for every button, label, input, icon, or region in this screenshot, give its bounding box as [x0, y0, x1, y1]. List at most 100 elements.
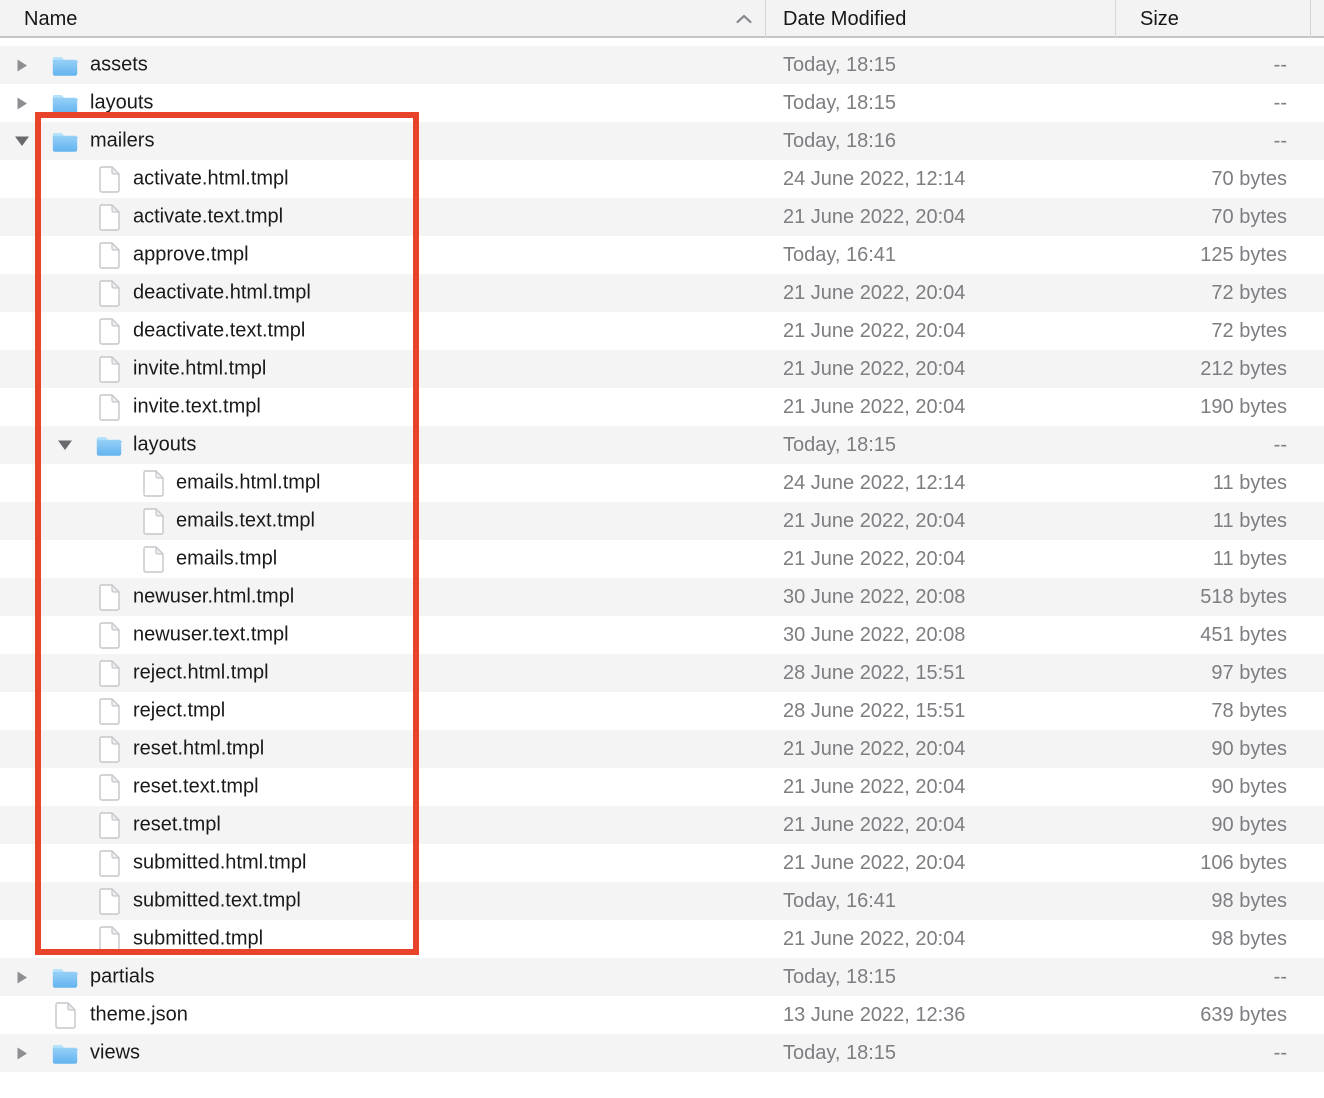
document-icon — [96, 735, 122, 763]
date-modified-value: 21 June 2022, 20:04 — [765, 806, 1115, 844]
date-modified-value: 21 June 2022, 20:04 — [765, 274, 1115, 312]
file-row[interactable]: emails.html.tmpl 24 June 2022, 12:14 11 … — [0, 464, 1324, 502]
file-list: assets Today, 18:15 -- layouts Today, 18… — [0, 46, 1324, 1072]
size-value: 90 bytes — [1115, 730, 1310, 768]
folder-row[interactable]: layouts Today, 18:15 -- — [0, 426, 1324, 464]
size-value: -- — [1115, 84, 1310, 122]
file-row[interactable]: emails.tmpl 21 June 2022, 20:04 11 bytes — [0, 540, 1324, 578]
triangle-right-icon[interactable] — [14, 95, 30, 111]
file-name-label: deactivate.html.tmpl — [133, 282, 311, 305]
file-row[interactable]: reject.tmpl 28 June 2022, 15:51 78 bytes — [0, 692, 1324, 730]
folder-row[interactable]: partials Today, 18:15 -- — [0, 958, 1324, 996]
size-value: 97 bytes — [1115, 654, 1310, 692]
name-cell: submitted.text.tmpl — [0, 882, 765, 920]
name-cell: views — [0, 1034, 765, 1072]
file-name-label: deactivate.text.tmpl — [133, 320, 305, 343]
file-name-label: invite.text.tmpl — [133, 396, 261, 419]
file-name-label: reject.tmpl — [133, 700, 225, 723]
file-name-label: activate.text.tmpl — [133, 206, 283, 229]
document-icon — [96, 165, 122, 193]
column-headers: Name Date Modified Size — [0, 0, 1324, 38]
document-icon — [96, 241, 122, 269]
file-row[interactable]: invite.text.tmpl 21 June 2022, 20:04 190… — [0, 388, 1324, 426]
date-modified-value: 21 June 2022, 20:04 — [765, 350, 1115, 388]
column-header-date-modified[interactable]: Date Modified — [783, 0, 906, 38]
file-row[interactable]: newuser.text.tmpl 30 June 2022, 20:08 45… — [0, 616, 1324, 654]
date-modified-value: Today, 18:15 — [765, 1034, 1115, 1072]
file-row[interactable]: theme.json 13 June 2022, 12:36 639 bytes — [0, 996, 1324, 1034]
date-modified-value: Today, 18:15 — [765, 46, 1115, 84]
file-name-label: partials — [90, 966, 154, 989]
file-row[interactable]: reset.html.tmpl 21 June 2022, 20:04 90 b… — [0, 730, 1324, 768]
date-modified-value: Today, 18:16 — [765, 122, 1115, 160]
name-cell: partials — [0, 958, 765, 996]
column-divider[interactable] — [1115, 0, 1116, 38]
size-value: 98 bytes — [1115, 920, 1310, 958]
folder-icon — [52, 963, 78, 991]
folder-row[interactable]: views Today, 18:15 -- — [0, 1034, 1324, 1072]
file-row[interactable]: activate.text.tmpl 21 June 2022, 20:04 7… — [0, 198, 1324, 236]
file-row[interactable]: submitted.text.tmpl Today, 16:41 98 byte… — [0, 882, 1324, 920]
file-name-label: newuser.html.tmpl — [133, 586, 294, 609]
name-cell: deactivate.html.tmpl — [0, 274, 765, 312]
date-modified-value: 21 June 2022, 20:04 — [765, 312, 1115, 350]
triangle-right-icon[interactable] — [14, 1045, 30, 1061]
name-cell: submitted.tmpl — [0, 920, 765, 958]
document-icon — [96, 203, 122, 231]
name-cell: emails.tmpl — [0, 540, 765, 578]
name-cell: mailers — [0, 122, 765, 160]
file-row[interactable]: submitted.tmpl 21 June 2022, 20:04 98 by… — [0, 920, 1324, 958]
column-header-size-label: Size — [1140, 8, 1179, 31]
file-row[interactable]: reset.tmpl 21 June 2022, 20:04 90 bytes — [0, 806, 1324, 844]
size-value: 11 bytes — [1115, 540, 1310, 578]
document-icon — [140, 507, 166, 535]
name-cell: emails.text.tmpl — [0, 502, 765, 540]
date-modified-value: Today, 18:15 — [765, 958, 1115, 996]
folder-row[interactable]: layouts Today, 18:15 -- — [0, 84, 1324, 122]
document-icon — [52, 1001, 78, 1029]
column-divider[interactable] — [1310, 0, 1311, 38]
name-cell: emails.html.tmpl — [0, 464, 765, 502]
file-row[interactable]: newuser.html.tmpl 30 June 2022, 20:08 51… — [0, 578, 1324, 616]
column-header-size[interactable]: Size — [1140, 0, 1179, 38]
size-value: 518 bytes — [1115, 578, 1310, 616]
name-cell: invite.html.tmpl — [0, 350, 765, 388]
folder-icon — [52, 127, 78, 155]
date-modified-value: 28 June 2022, 15:51 — [765, 654, 1115, 692]
name-cell: submitted.html.tmpl — [0, 844, 765, 882]
document-icon — [96, 811, 122, 839]
file-row[interactable]: deactivate.text.tmpl 21 June 2022, 20:04… — [0, 312, 1324, 350]
document-icon — [96, 317, 122, 345]
file-row[interactable]: activate.html.tmpl 24 June 2022, 12:14 7… — [0, 160, 1324, 198]
date-modified-value: Today, 18:15 — [765, 84, 1115, 122]
folder-row[interactable]: assets Today, 18:15 -- — [0, 46, 1324, 84]
document-icon — [96, 279, 122, 307]
file-row[interactable]: submitted.html.tmpl 21 June 2022, 20:04 … — [0, 844, 1324, 882]
triangle-right-icon[interactable] — [14, 57, 30, 73]
column-header-name[interactable]: Name — [24, 0, 77, 38]
file-row[interactable]: deactivate.html.tmpl 21 June 2022, 20:04… — [0, 274, 1324, 312]
triangle-down-icon[interactable] — [57, 437, 73, 453]
folder-row[interactable]: mailers Today, 18:16 -- — [0, 122, 1324, 160]
date-modified-value: Today, 16:41 — [765, 882, 1115, 920]
file-row[interactable]: emails.text.tmpl 21 June 2022, 20:04 11 … — [0, 502, 1324, 540]
file-row[interactable]: invite.html.tmpl 21 June 2022, 20:04 212… — [0, 350, 1324, 388]
column-divider[interactable] — [765, 0, 766, 38]
date-modified-value: 21 June 2022, 20:04 — [765, 502, 1115, 540]
size-value: 11 bytes — [1115, 502, 1310, 540]
triangle-down-icon[interactable] — [14, 133, 30, 149]
file-row[interactable]: reject.html.tmpl 28 June 2022, 15:51 97 … — [0, 654, 1324, 692]
date-modified-value: 21 June 2022, 20:04 — [765, 844, 1115, 882]
file-row[interactable]: approve.tmpl Today, 16:41 125 bytes — [0, 236, 1324, 274]
file-browser-window: Name Date Modified Size assets — [0, 0, 1324, 1098]
triangle-right-icon[interactable] — [14, 969, 30, 985]
size-value: -- — [1115, 1034, 1310, 1072]
file-row[interactable]: reset.text.tmpl 21 June 2022, 20:04 90 b… — [0, 768, 1324, 806]
date-modified-value: Today, 16:41 — [765, 236, 1115, 274]
document-icon — [96, 355, 122, 383]
document-icon — [96, 925, 122, 953]
date-modified-value: 24 June 2022, 12:14 — [765, 464, 1115, 502]
document-icon — [96, 849, 122, 877]
name-cell: reject.tmpl — [0, 692, 765, 730]
date-modified-value: 21 June 2022, 20:04 — [765, 768, 1115, 806]
